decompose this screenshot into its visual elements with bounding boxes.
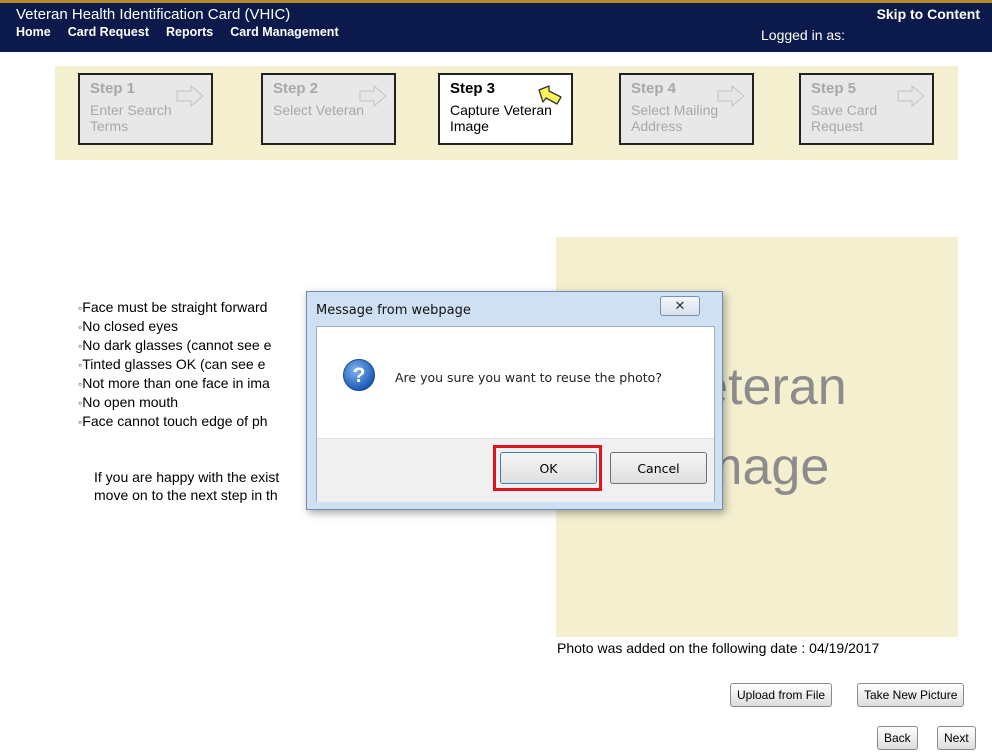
nav-card-request[interactable]: Card Request <box>68 25 149 39</box>
arrow-right-icon <box>176 84 204 108</box>
step-2: Step 2 Select Veteran <box>261 73 396 145</box>
logged-in-label: Logged in as: <box>761 27 846 43</box>
back-button[interactable]: Back <box>877 726 918 750</box>
arrow-right-icon <box>359 84 387 108</box>
step-progress: Step 1 Enter Search Terms Step 2 Select … <box>55 66 958 160</box>
arrow-right-icon <box>897 84 925 108</box>
step-1: Step 1 Enter Search Terms <box>78 73 213 145</box>
list-item: No open mouth <box>78 393 271 412</box>
next-button[interactable]: Next <box>937 726 976 750</box>
cancel-button[interactable]: Cancel <box>610 452 707 484</box>
app-header: Veteran Health Identification Card (VHIC… <box>0 0 992 52</box>
list-item: Face must be straight forward <box>78 298 271 317</box>
dialog-title: Message from webpage <box>316 303 471 318</box>
list-item: No closed eyes <box>78 317 271 336</box>
svg-text:?: ? <box>353 364 366 387</box>
step-4: Step 4 Select Mailing Address <box>619 73 754 145</box>
question-icon: ? <box>343 359 375 391</box>
skip-to-content-link[interactable]: Skip to Content <box>877 6 980 22</box>
dialog-message: Are you sure you want to reuse the photo… <box>395 370 662 385</box>
step-3: Step 3 Capture Veteran Image <box>438 73 573 145</box>
app-title: Veteran Health Identification Card (VHIC… <box>16 6 291 23</box>
list-item: Tinted glasses OK (can see e <box>78 355 271 374</box>
arrow-right-icon <box>717 84 745 108</box>
main-nav: Home Card Request Reports Card Managemen… <box>16 25 339 39</box>
dialog-footer: OK Cancel <box>317 438 714 502</box>
photo-date-text: Photo was added on the following date : … <box>557 640 880 656</box>
arrow-down-right-icon <box>538 85 562 105</box>
ok-button[interactable]: OK <box>500 452 597 484</box>
nav-home[interactable]: Home <box>16 25 51 39</box>
list-item: Not more than one face in ima <box>78 374 271 393</box>
photo-guidelines-list: Face must be straight forward No closed … <box>78 298 271 431</box>
info-text: If you are happy with the exist move on … <box>94 469 280 503</box>
nav-card-management[interactable]: Card Management <box>230 25 338 39</box>
close-icon[interactable]: ✕ <box>660 296 700 316</box>
list-item: Face cannot touch edge of ph <box>78 412 271 431</box>
dialog-body: ? Are you sure you want to reuse the pho… <box>316 326 715 502</box>
step-5: Step 5 Save Card Request <box>799 73 934 145</box>
list-item: No dark glasses (cannot see e <box>78 336 271 355</box>
upload-from-file-button[interactable]: Upload from File <box>730 683 833 707</box>
take-new-picture-button[interactable]: Take New Picture <box>857 683 965 707</box>
nav-reports[interactable]: Reports <box>166 25 213 39</box>
confirm-dialog: Message from webpage ✕ ? Are you sure yo… <box>306 291 723 510</box>
